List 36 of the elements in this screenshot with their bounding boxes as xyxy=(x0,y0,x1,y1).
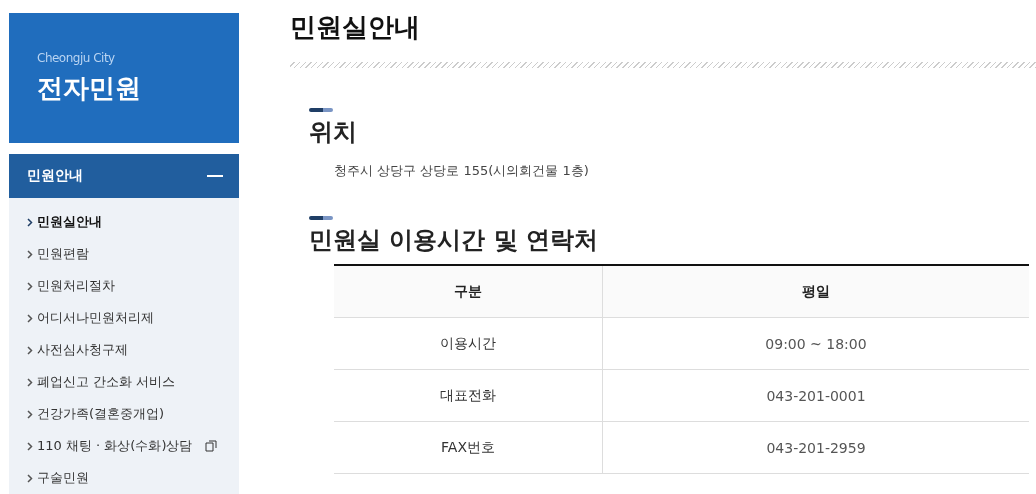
sidebar-item[interactable]: 건강가족(결혼중개업) xyxy=(27,398,239,430)
chevron-icon xyxy=(27,409,33,419)
sidebar-item[interactable]: 민원처리절차 xyxy=(27,270,239,302)
table-cell: 09:00 ~ 18:00 xyxy=(602,317,1029,370)
menu-header[interactable]: 민원안내 xyxy=(9,154,239,198)
chevron-icon xyxy=(27,281,33,291)
table-cell: 043-201-0001 xyxy=(602,369,1029,422)
chevron-icon xyxy=(27,217,33,227)
heading-marker xyxy=(309,216,333,220)
address-text: 청주시 상당구 상당로 155(시의회건물 1층) xyxy=(334,162,590,180)
table-cell: FAX번호 xyxy=(334,421,603,474)
sidebar-item[interactable]: 구술민원 xyxy=(27,462,239,494)
chevron-icon xyxy=(27,313,33,323)
section-heading: 위치 xyxy=(309,117,358,148)
logo-subtitle: Cheongju City xyxy=(37,51,116,65)
section-heading: 민원실 이용시간 및 연락처 xyxy=(309,225,600,256)
sidebar-item[interactable]: 민원실안내 xyxy=(27,206,239,238)
table-cell: 043-201-2959 xyxy=(602,421,1029,474)
sidebar-item[interactable]: 어디서나민원처리제 xyxy=(27,302,239,334)
chevron-icon xyxy=(27,441,33,451)
sidebar-item[interactable]: 폐업신고 간소화 서비스 xyxy=(27,366,239,398)
table-cell: 대표전화 xyxy=(334,369,603,422)
logo-title: 전자민원 xyxy=(37,72,142,105)
chevron-icon xyxy=(27,377,33,387)
chevron-icon xyxy=(27,249,33,259)
table-cell: 이용시간 xyxy=(334,317,603,370)
heading-marker xyxy=(309,108,333,112)
sidebar-item[interactable]: 민원편람 xyxy=(27,238,239,270)
column-header: 구분 xyxy=(334,265,603,318)
chevron-icon xyxy=(27,473,33,483)
chevron-icon xyxy=(27,345,33,355)
sidebar-item[interactable]: 110 채팅 · 화상(수화)상담 xyxy=(27,430,239,462)
column-header: 평일 xyxy=(602,265,1029,318)
page-title: 민원실안내 xyxy=(290,11,421,44)
menu-heading: 민원안내 xyxy=(27,167,83,185)
sidebar-item[interactable]: 사전심사청구제 xyxy=(27,334,239,366)
